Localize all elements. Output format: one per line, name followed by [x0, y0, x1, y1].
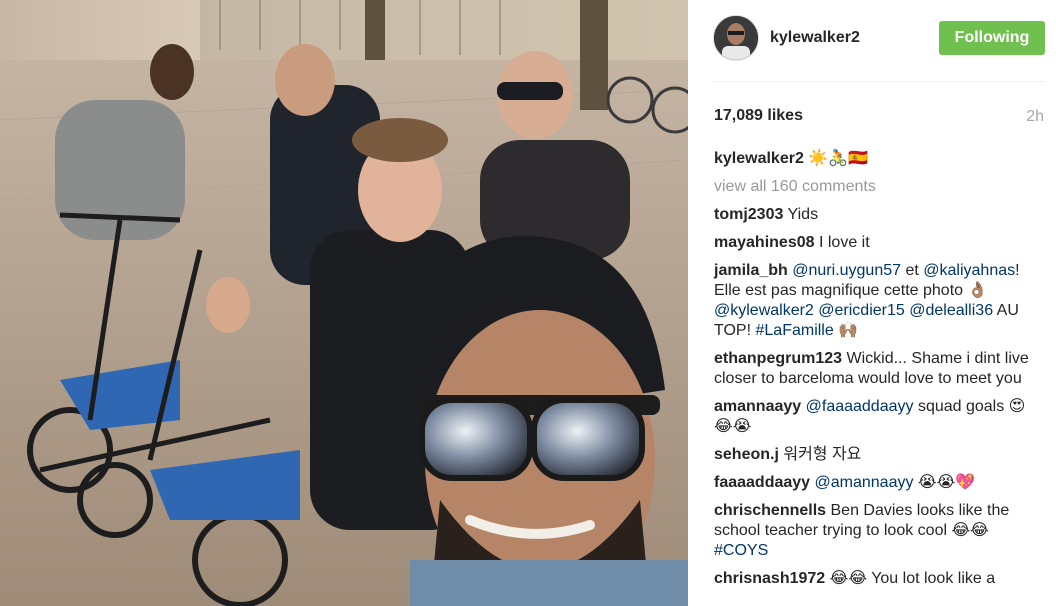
- comment-mention-link[interactable]: @delealli36: [909, 302, 993, 319]
- likes-count[interactable]: 17,089 likes: [714, 107, 803, 125]
- comment-mention-link[interactable]: @ericdier15: [818, 302, 905, 319]
- comment-username[interactable]: jamila_bh: [714, 262, 788, 279]
- comment-row: ethanpegrum123 Wickid... Shame i dint li…: [714, 349, 1034, 389]
- avatar-image: [714, 16, 758, 60]
- comment-text: 😂😂 You lot look like a: [829, 570, 996, 587]
- header-divider: [713, 81, 1045, 82]
- comment-text: 워커형 자요: [783, 446, 862, 463]
- comment-text: 🙌🏽: [833, 322, 859, 339]
- comment-username[interactable]: chrischennells: [714, 502, 826, 519]
- view-all-comments-link[interactable]: view all 160 comments: [714, 177, 1034, 197]
- comment-username[interactable]: ethanpegrum123: [714, 350, 842, 367]
- post-photo[interactable]: [0, 0, 688, 606]
- comment-row: tomj2303 Yids: [714, 205, 1034, 225]
- comment-mention-link[interactable]: #LaFamille: [756, 322, 834, 339]
- photo-image: [0, 0, 688, 606]
- comment-text: Yids: [787, 206, 819, 223]
- caption-text: ☀️🚴🇪🇸: [808, 148, 869, 167]
- comment-row: chrisnash1972 😂😂 You lot look like a: [714, 569, 1034, 589]
- comment-rows: tomj2303 Yids mayahines08 I love it jamila…: [714, 205, 1034, 589]
- comment-mention-link[interactable]: @nuri.uygun57: [792, 262, 901, 279]
- post-header: kylewalker2 Following: [713, 15, 1045, 61]
- comment-mention-link[interactable]: @kylewalker2: [714, 302, 814, 319]
- comment-mention-link[interactable]: #COYS: [714, 542, 768, 559]
- comment-row: seheon.j 워커형 자요: [714, 445, 1034, 465]
- following-button[interactable]: Following: [939, 21, 1045, 55]
- comment-username[interactable]: amannaayy: [714, 398, 801, 415]
- comment-username[interactable]: tomj2303: [714, 206, 783, 223]
- post-sidebar: kylewalker2 Following 17,089 likes 2h ky…: [688, 0, 1056, 606]
- caption-username[interactable]: kylewalker2: [714, 150, 804, 167]
- comment-username[interactable]: seheon.j: [714, 446, 779, 463]
- comment-mention-link[interactable]: @amannaayy: [815, 474, 914, 491]
- caption: kylewalker2 ☀️🚴🇪🇸: [714, 148, 1034, 169]
- comment-row: jamila_bh @nuri.uygun57 et @kaliyahnas! …: [714, 261, 1034, 341]
- comment-row: chrischennells Ben Davies looks like the…: [714, 501, 1034, 561]
- comments-list: kylewalker2 ☀️🚴🇪🇸 view all 160 comments …: [714, 148, 1034, 597]
- avatar[interactable]: [713, 15, 759, 61]
- comment-text: 😭😭💖: [913, 474, 976, 491]
- comment-mention-link[interactable]: @kaliyahnas: [923, 262, 1015, 279]
- comment-mention-link[interactable]: @faaaaddaayy: [806, 398, 914, 415]
- comment-username[interactable]: mayahines08: [714, 234, 815, 251]
- post-username[interactable]: kylewalker2: [770, 29, 860, 47]
- comment-row: amannaayy @faaaaddaayy squad goals 😍😂😭: [714, 397, 1034, 437]
- comment-row: faaaaddaayy @amannaayy 😭😭💖: [714, 473, 1034, 493]
- post-time[interactable]: 2h: [1026, 108, 1044, 126]
- comment-text: et: [901, 262, 924, 279]
- comment-username[interactable]: chrisnash1972: [714, 570, 825, 587]
- comment-text: I love it: [818, 234, 870, 251]
- comment-row: mayahines08 I love it: [714, 233, 1034, 253]
- comment-username[interactable]: faaaaddaayy: [714, 474, 810, 491]
